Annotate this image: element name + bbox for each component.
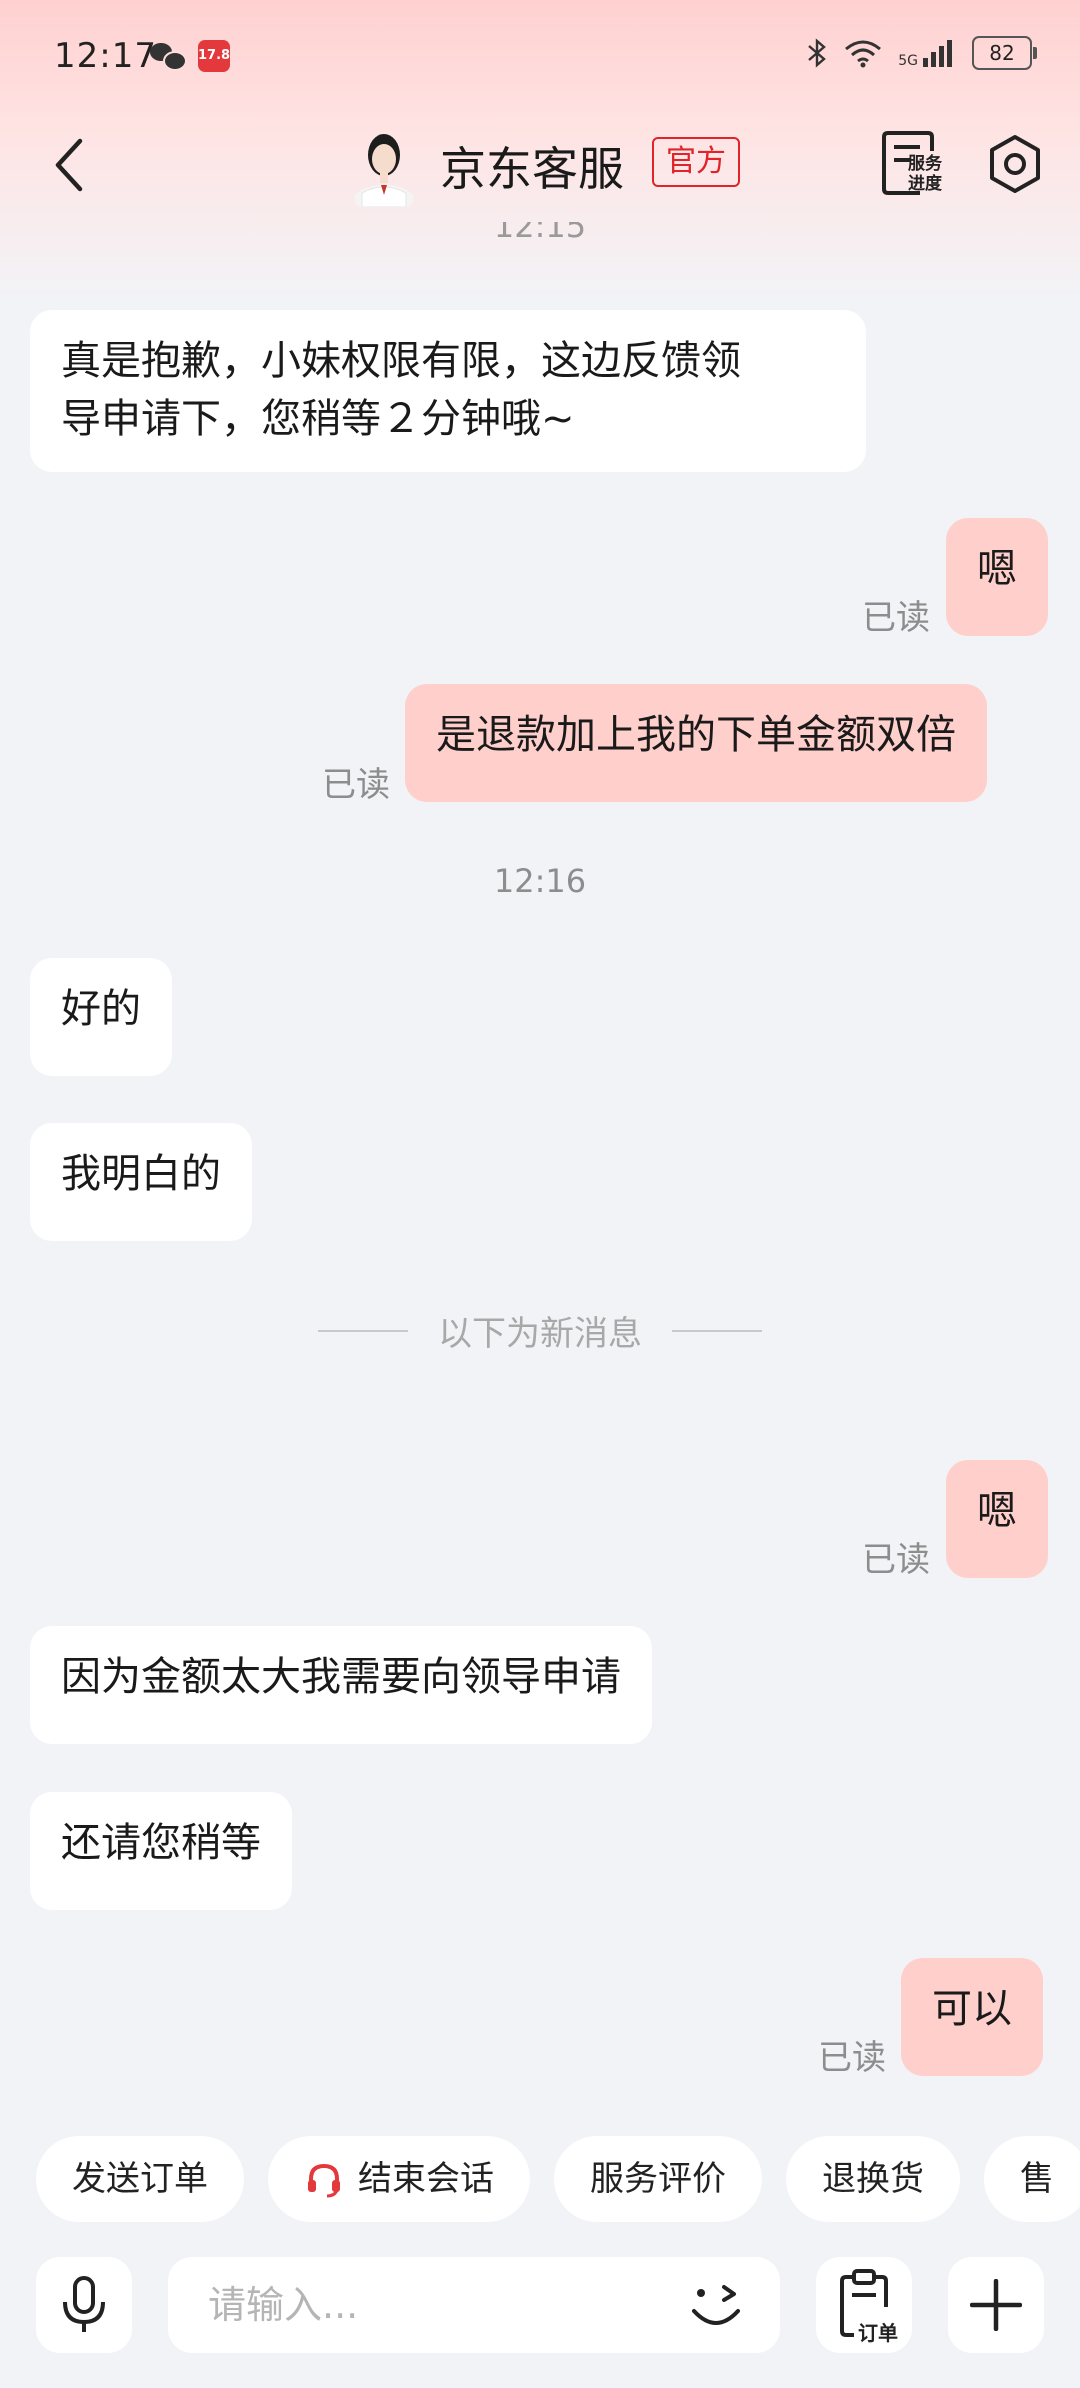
chip-label: 发送订单 [72,2159,208,2199]
message-text: 可以 [932,1986,1012,2032]
chat-header: 京东客服 官方 服务 进度 [0,115,1080,215]
chip-label: 服务评价 [590,2159,726,2199]
message-sent[interactable]: 嗯 [946,518,1048,636]
new-messages-divider: 以下为新消息 [0,1306,1080,1355]
message-text: 我明白的 [61,1151,221,1197]
cellular-signal-icon: 5G [898,38,956,68]
more-button[interactable] [948,2257,1044,2353]
end-session-chip[interactable]: 结束会话 [268,2136,530,2222]
timestamp-partial: 12:15 [493,222,587,245]
service-progress-label-bottom: 进度 [908,174,942,194]
official-badge: 官方 [652,137,740,187]
network-type-label: 5G [898,53,918,69]
headset-icon [308,2163,340,2198]
battery-icon: 82 [972,36,1037,70]
message-text: 好的 [61,986,141,1032]
chat-title: 京东客服 [440,142,624,196]
return-exchange-chip[interactable]: 退换货 [786,2136,960,2222]
order-button[interactable]: 订单 [816,2257,912,2353]
send-order-chip[interactable]: 发送订单 [36,2136,244,2222]
message-text: 嗯 [977,546,1017,592]
message-text: 因为金额太大我需要向领导申请 [61,1654,621,1700]
message-sent[interactable]: 是退款加上我的下单金额双倍 [405,684,987,802]
chip-label: 售 [1020,2159,1054,2199]
message-text: 还请您稍等 [61,1820,261,1866]
plus-icon [970,2279,1022,2331]
jd-app-notification-icon: 17.8 [198,40,230,72]
emoji-icon[interactable] [680,2269,752,2341]
system-status-icons: 5G 82 [806,36,1037,70]
read-receipt: 已读 [862,1540,930,1580]
message-received[interactable]: 因为金额太大我需要向领导申请 [30,1626,652,1744]
chip-label: 结束会话 [358,2159,494,2199]
read-receipt: 已读 [862,598,930,638]
input-bar: 订单 [0,2257,1080,2353]
read-receipt: 已读 [818,2038,886,2078]
bluetooth-icon [808,38,827,68]
status-bar: 12:17 17.8 5G 82 [0,0,1080,115]
message-text: 真是抱歉，小妹权限有限，这边反馈领 [61,338,741,384]
voice-input-button[interactable] [36,2257,132,2353]
message-received[interactable]: 还请您稍等 [30,1792,292,1910]
divider-label: 以下为新消息 [438,1314,642,1354]
message-sent[interactable]: 嗯 [946,1460,1048,1578]
order-button-label: 订单 [858,2321,898,2345]
microphone-icon [63,2276,105,2332]
divider-line [672,1329,762,1332]
agent-avatar[interactable] [348,127,420,207]
timestamp: 12:16 [493,862,587,900]
settings-icon[interactable] [984,133,1046,195]
status-time: 12:17 [54,36,157,76]
service-rating-chip[interactable]: 服务评价 [554,2136,762,2222]
back-icon[interactable] [50,135,90,195]
message-received[interactable]: 我明白的 [30,1123,252,1241]
message-text: 嗯 [977,1488,1017,1534]
chip-label: 退换货 [822,2159,924,2199]
wechat-icon [150,41,187,71]
divider-line [318,1329,408,1332]
quick-actions-bar: 发送订单 结束会话 服务评价 退换货 售 [36,2136,1080,2222]
service-progress-label-top: 服务 [908,154,942,174]
message-received[interactable]: 真是抱歉，小妹权限有限，这边反馈领 导申请下，您稍等２分钟哦~ [30,310,866,472]
service-progress-button[interactable]: 服务 进度 [880,129,946,199]
notification-icons: 17.8 [150,40,230,72]
message-received[interactable]: 好的 [30,958,172,1076]
read-receipt: 已读 [322,765,390,805]
message-text: 是退款加上我的下单金额双倍 [436,712,956,758]
wifi-icon [845,40,882,68]
message-text: 导申请下，您稍等２分钟哦~ [61,396,575,442]
message-sent[interactable]: 可以 [901,1958,1043,2076]
after-sales-chip[interactable]: 售 [984,2136,1080,2222]
